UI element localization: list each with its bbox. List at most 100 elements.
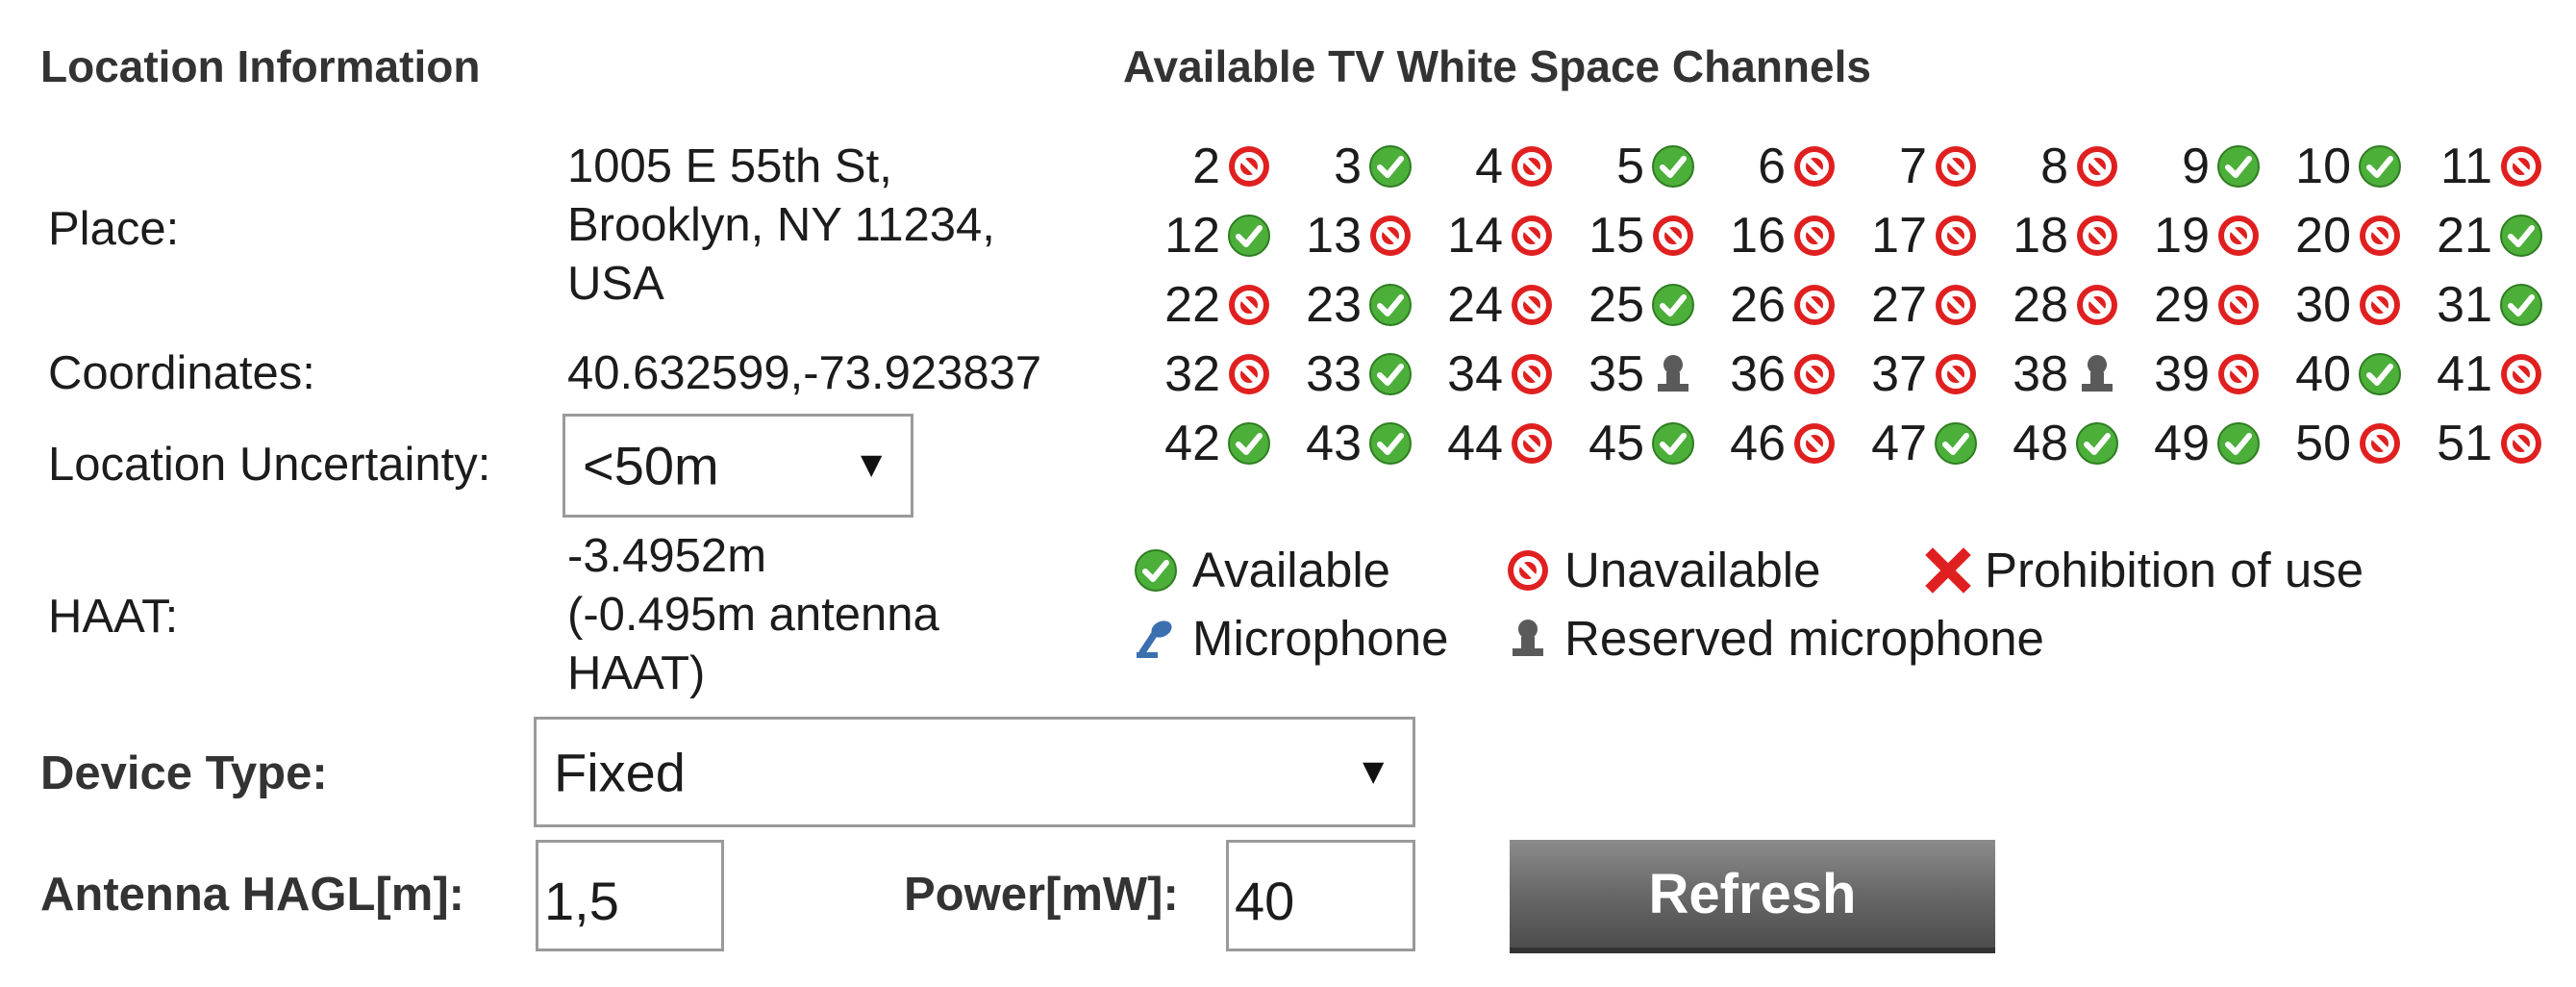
channel-27: 27 bbox=[1841, 273, 1979, 337]
unavailable-no-icon bbox=[1367, 213, 1413, 259]
channel-46: 46 bbox=[1700, 412, 1838, 475]
channel-34: 34 bbox=[1417, 342, 1555, 406]
unavailable-no-icon bbox=[2498, 143, 2544, 190]
channel-number: 12 bbox=[1164, 208, 1220, 264]
uncertainty-select[interactable]: <50m ▼ bbox=[563, 414, 913, 518]
channel-number: 23 bbox=[1306, 277, 1362, 333]
unavailable-no-icon bbox=[1933, 282, 1979, 328]
available-check-icon bbox=[2215, 420, 2262, 467]
unavailable-no-icon bbox=[2357, 282, 2403, 328]
unavailable-no-icon bbox=[1791, 282, 1838, 328]
power-input[interactable] bbox=[1226, 840, 1415, 951]
available-check-icon bbox=[2357, 351, 2403, 397]
channel-17: 17 bbox=[1841, 204, 1979, 267]
reserved-microphone-icon bbox=[1505, 616, 1551, 662]
channel-45: 45 bbox=[1559, 412, 1696, 475]
unavailable-no-icon bbox=[2357, 213, 2403, 259]
channel-12: 12 bbox=[1135, 204, 1272, 267]
place-label: Place: bbox=[48, 203, 180, 255]
channel-29: 29 bbox=[2124, 273, 2262, 337]
unavailable-no-icon bbox=[1791, 420, 1838, 467]
unavailable-no-icon bbox=[1509, 351, 1555, 397]
unavailable-no-icon bbox=[1226, 282, 1272, 328]
channel-49: 49 bbox=[2124, 412, 2262, 475]
legend-microphone: Microphone bbox=[1133, 610, 1448, 667]
channel-number: 4 bbox=[1475, 139, 1503, 194]
unavailable-no-icon bbox=[1226, 143, 1272, 190]
channel-number: 26 bbox=[1730, 277, 1786, 333]
channel-number: 9 bbox=[2182, 139, 2210, 194]
channel-15: 15 bbox=[1559, 204, 1696, 267]
unavailable-no-icon bbox=[1509, 420, 1555, 467]
unavailable-no-icon bbox=[1933, 143, 1979, 190]
channel-number: 10 bbox=[2295, 139, 2351, 194]
reserved-microphone-icon bbox=[1650, 351, 1696, 397]
channel-number: 15 bbox=[1588, 208, 1644, 264]
location-heading: Location Information bbox=[40, 41, 481, 91]
place-line: USA bbox=[567, 258, 664, 310]
channel-number: 24 bbox=[1447, 277, 1503, 333]
channel-20: 20 bbox=[2265, 204, 2403, 267]
channel-number: 35 bbox=[1588, 346, 1644, 402]
channel-number: 27 bbox=[1871, 277, 1927, 333]
channel-number: 32 bbox=[1164, 346, 1220, 402]
channel-number: 14 bbox=[1447, 208, 1503, 264]
available-check-icon bbox=[1650, 143, 1696, 190]
channel-51: 51 bbox=[2407, 412, 2544, 475]
available-check-icon bbox=[1133, 547, 1179, 594]
unavailable-no-icon bbox=[1791, 213, 1838, 259]
channel-number: 37 bbox=[1871, 346, 1927, 402]
unavailable-no-icon bbox=[2074, 213, 2120, 259]
channel-36: 36 bbox=[1700, 342, 1838, 406]
device-type-label: Device Type: bbox=[40, 747, 328, 799]
antenna-hagl-input[interactable] bbox=[536, 840, 724, 951]
channel-number: 8 bbox=[2040, 139, 2068, 194]
unavailable-no-icon bbox=[1791, 143, 1838, 190]
device-type-selected-value: Fixed bbox=[554, 742, 686, 802]
refresh-button[interactable]: Refresh bbox=[1510, 840, 1995, 953]
channel-33: 33 bbox=[1276, 342, 1413, 406]
available-check-icon bbox=[2074, 420, 2120, 467]
available-check-icon bbox=[1367, 143, 1413, 190]
place-line: Brooklyn, NY 11234, bbox=[567, 199, 995, 251]
channel-number: 38 bbox=[2013, 346, 2068, 402]
unavailable-no-icon bbox=[1226, 351, 1272, 397]
unavailable-no-icon bbox=[2215, 351, 2262, 397]
available-check-icon bbox=[2215, 143, 2262, 190]
device-type-select[interactable]: Fixed ▼ bbox=[534, 717, 1415, 827]
available-check-icon bbox=[1650, 282, 1696, 328]
chevron-down-icon: ▼ bbox=[1355, 751, 1391, 792]
channel-48: 48 bbox=[1983, 412, 2120, 475]
channel-30: 30 bbox=[2265, 273, 2403, 337]
channel-3: 3 bbox=[1276, 135, 1413, 198]
available-check-icon bbox=[1367, 420, 1413, 467]
unavailable-no-icon bbox=[1509, 213, 1555, 259]
channel-number: 49 bbox=[2154, 416, 2210, 471]
available-check-icon bbox=[2498, 213, 2544, 259]
channel-number: 29 bbox=[2154, 277, 2210, 333]
channel-10: 10 bbox=[2265, 135, 2403, 198]
channel-43: 43 bbox=[1276, 412, 1413, 475]
uncertainty-label: Location Uncertainty: bbox=[48, 439, 491, 491]
channel-13: 13 bbox=[1276, 204, 1413, 267]
channel-5: 5 bbox=[1559, 135, 1696, 198]
channel-number: 11 bbox=[2440, 139, 2492, 194]
available-check-icon bbox=[1367, 282, 1413, 328]
channel-2: 2 bbox=[1135, 135, 1272, 198]
chevron-down-icon: ▼ bbox=[853, 444, 889, 486]
unavailable-no-icon bbox=[2357, 420, 2403, 467]
channel-37: 37 bbox=[1841, 342, 1979, 406]
available-check-icon bbox=[1226, 213, 1272, 259]
unavailable-no-icon bbox=[1509, 143, 1555, 190]
place-line: 1005 E 55th St, bbox=[567, 140, 892, 192]
channel-number: 20 bbox=[2295, 208, 2351, 264]
channel-42: 42 bbox=[1135, 412, 1272, 475]
channel-28: 28 bbox=[1983, 273, 2120, 337]
legend-reserved-microphone: Reserved microphone bbox=[1505, 610, 2044, 667]
channel-35: 35 bbox=[1559, 342, 1696, 406]
channel-number: 16 bbox=[1730, 208, 1786, 264]
channel-number: 21 bbox=[2437, 208, 2492, 264]
channel-4: 4 bbox=[1417, 135, 1555, 198]
channel-16: 16 bbox=[1700, 204, 1838, 267]
channel-grid: 2 3 4 5 6 7 8 9 10 11 12 13 14 15 16 17 18 19 20 21 22 23 24 25… bbox=[1135, 135, 2548, 481]
